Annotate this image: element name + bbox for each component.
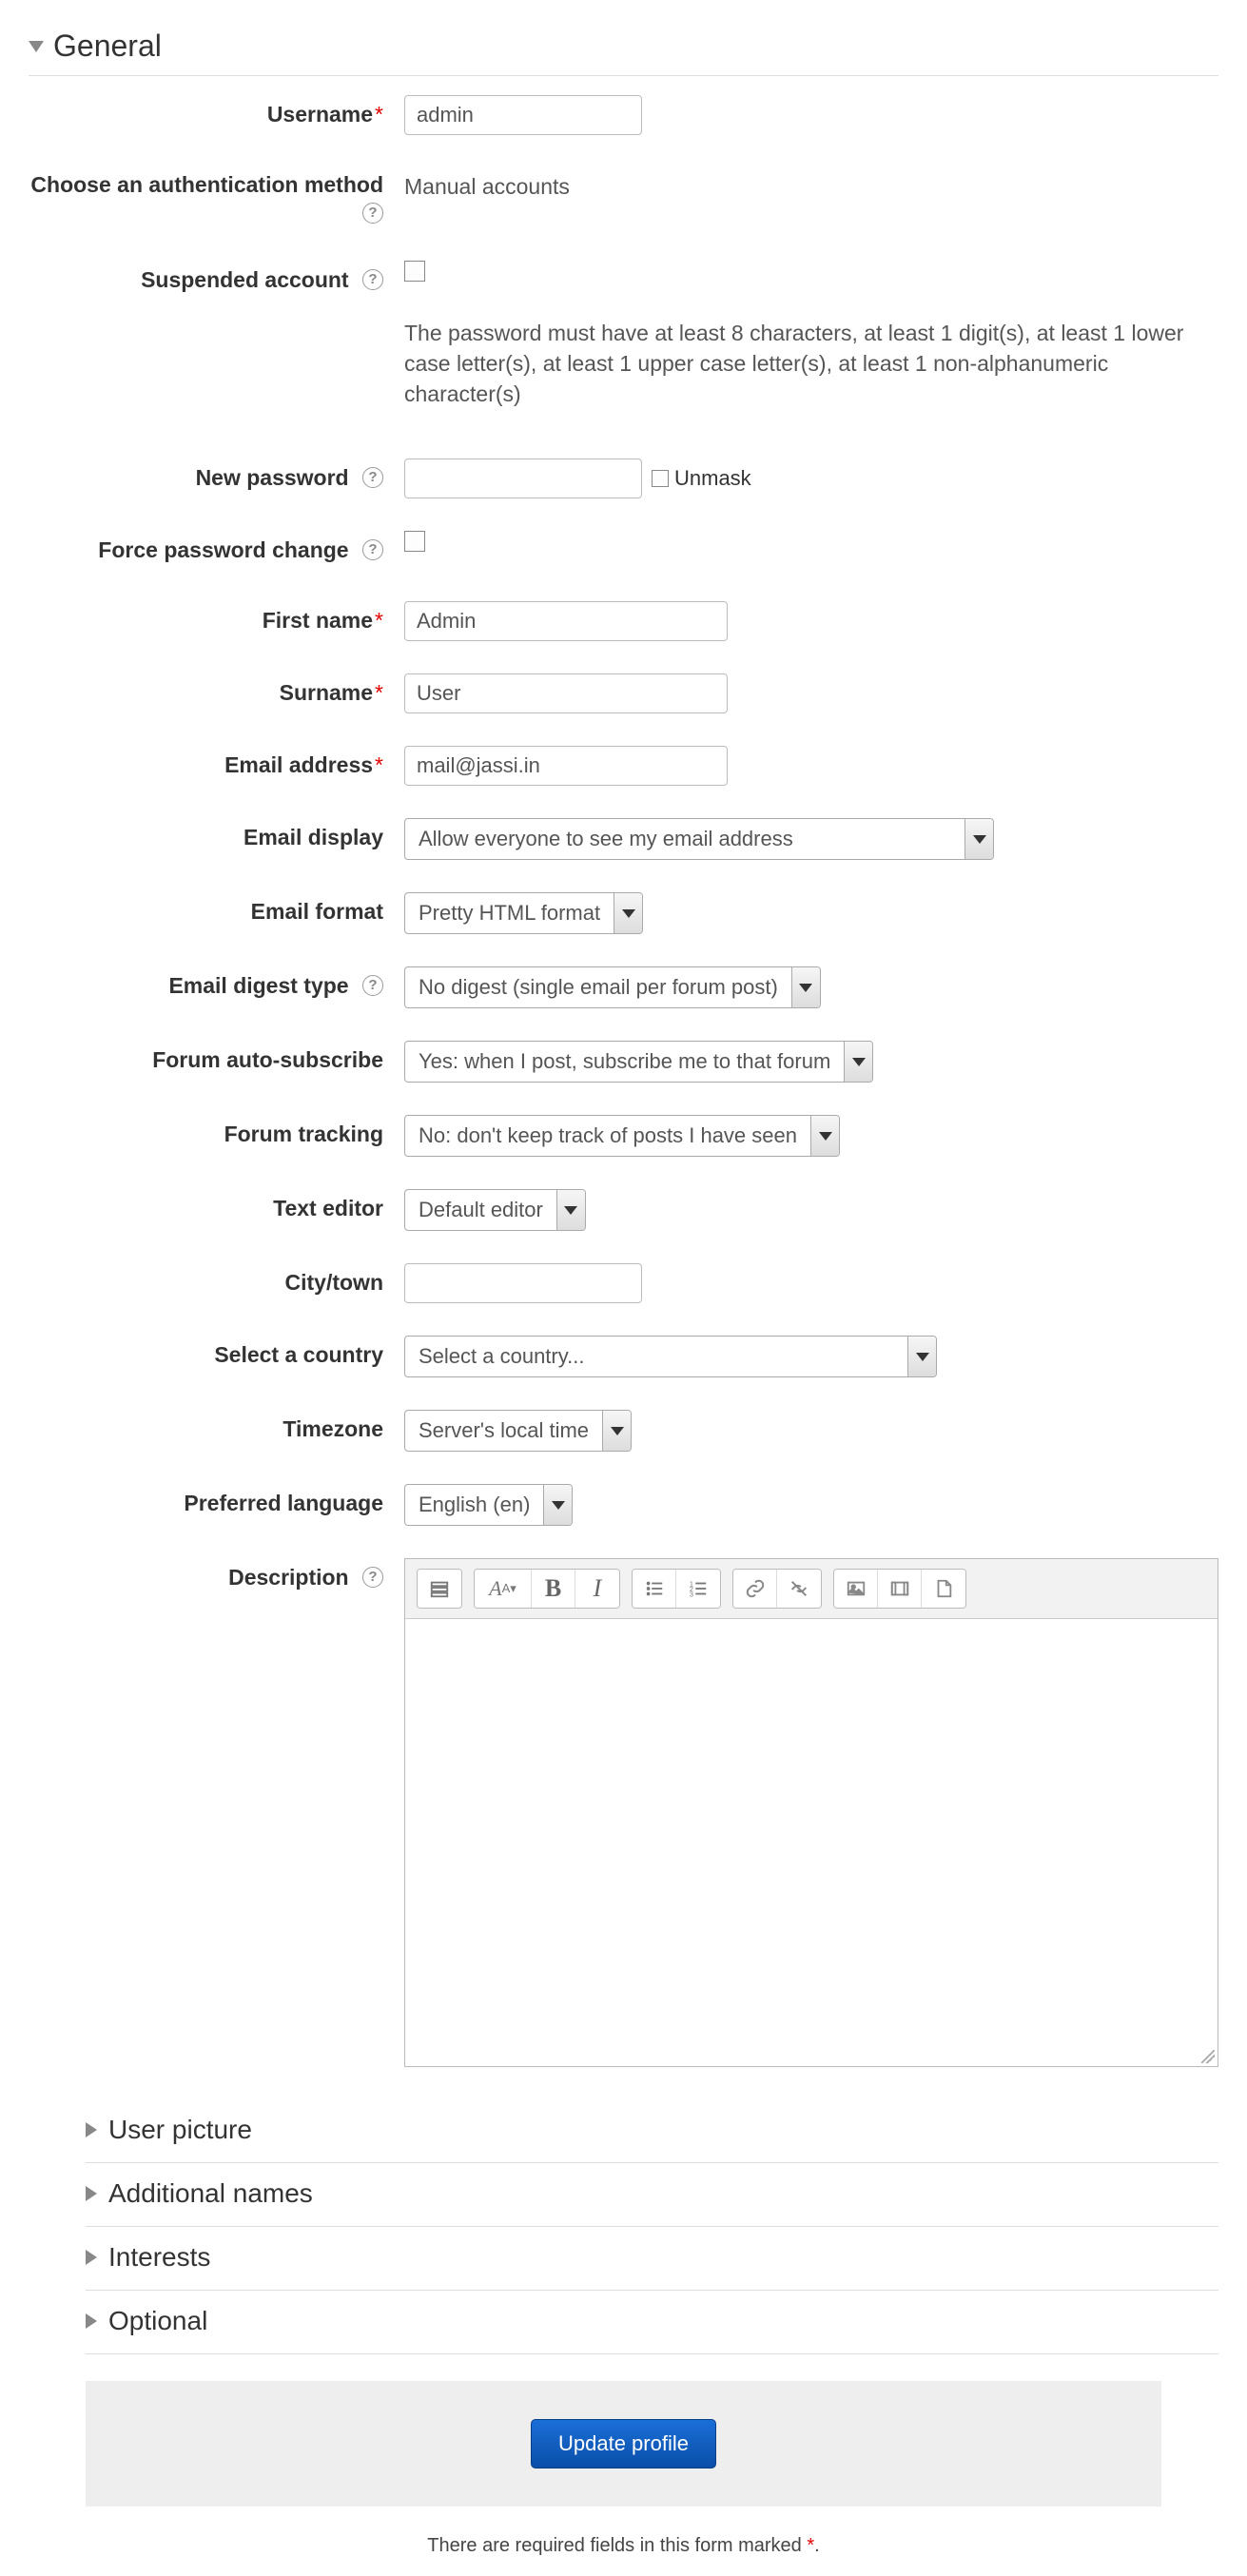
help-icon[interactable]: ? xyxy=(362,269,383,290)
city-input[interactable] xyxy=(404,1263,642,1303)
label-email-format: Email format xyxy=(29,892,404,930)
email-digest-value: No digest (single email per forum post) xyxy=(419,968,778,1006)
email-format-value: Pretty HTML format xyxy=(419,894,600,932)
label-email-digest: Email digest type ? xyxy=(29,966,404,1005)
forum-tracking-select[interactable]: No: don't keep track of posts I have see… xyxy=(404,1115,840,1157)
language-select[interactable]: English (en) xyxy=(404,1484,573,1526)
label-username: Username* xyxy=(29,95,404,133)
section-optional-title: Optional xyxy=(108,2306,207,2336)
update-profile-button[interactable]: Update profile xyxy=(531,2419,716,2469)
link-icon[interactable] xyxy=(733,1570,777,1608)
help-icon[interactable]: ? xyxy=(362,1567,383,1588)
label-force-pw: Force password change ? xyxy=(29,531,404,569)
email-digest-select[interactable]: No digest (single email per forum post) xyxy=(404,966,821,1008)
label-surname: Surname* xyxy=(29,673,404,712)
timezone-value: Server's local time xyxy=(419,1412,589,1450)
image-icon[interactable] xyxy=(834,1570,878,1608)
section-user-picture-title: User picture xyxy=(108,2115,252,2145)
label-email: Email address* xyxy=(29,746,404,784)
italic-icon[interactable]: I xyxy=(575,1570,619,1608)
font-style-icon[interactable]: AА▾ xyxy=(475,1570,532,1608)
text-editor-select[interactable]: Default editor xyxy=(404,1189,586,1231)
label-description: Description ? xyxy=(29,1558,404,1596)
help-icon[interactable]: ? xyxy=(362,467,383,488)
section-optional[interactable]: Optional xyxy=(86,2291,1218,2354)
username-input[interactable] xyxy=(404,95,642,135)
chevron-down-icon xyxy=(556,1190,585,1230)
unmask-checkbox[interactable] xyxy=(652,470,669,487)
bullet-list-icon[interactable] xyxy=(633,1570,676,1608)
suspended-checkbox[interactable] xyxy=(404,261,425,282)
section-additional-names-title: Additional names xyxy=(108,2178,313,2209)
media-icon[interactable] xyxy=(878,1570,922,1608)
email-format-select[interactable]: Pretty HTML format xyxy=(404,892,643,934)
language-value: English (en) xyxy=(419,1486,530,1524)
chevron-down-icon xyxy=(543,1485,572,1525)
label-new-password: New password ? xyxy=(29,459,404,497)
label-firstname: First name* xyxy=(29,601,404,639)
email-input[interactable] xyxy=(404,746,728,786)
text-editor-value: Default editor xyxy=(419,1191,543,1229)
password-hint: The password must have at least 8 charac… xyxy=(404,318,1218,410)
description-editor[interactable]: AА▾ B I 123 xyxy=(404,1558,1218,2067)
section-general[interactable]: General xyxy=(29,19,1218,76)
timezone-select[interactable]: Server's local time xyxy=(404,1410,632,1452)
force-pw-checkbox[interactable] xyxy=(404,531,425,552)
label-country: Select a country xyxy=(29,1336,404,1374)
chevron-down-icon xyxy=(907,1337,936,1376)
section-general-title: General xyxy=(53,29,162,64)
bold-icon[interactable]: B xyxy=(532,1570,575,1608)
section-interests[interactable]: Interests xyxy=(86,2227,1218,2291)
email-display-select[interactable]: Allow everyone to see my email address xyxy=(404,818,994,860)
caret-right-icon xyxy=(86,2313,97,2329)
chevron-down-icon xyxy=(964,819,993,859)
editor-body[interactable] xyxy=(405,1619,1218,2066)
firstname-input[interactable] xyxy=(404,601,728,641)
section-interests-title: Interests xyxy=(108,2242,210,2273)
forum-autosub-select[interactable]: Yes: when I post, subscribe me to that f… xyxy=(404,1041,873,1083)
label-text-editor: Text editor xyxy=(29,1189,404,1227)
required-fields-note: There are required fields in this form m… xyxy=(29,2535,1218,2557)
label-timezone: Timezone xyxy=(29,1410,404,1448)
svg-text:3: 3 xyxy=(690,1590,693,1599)
label-city: City/town xyxy=(29,1263,404,1301)
help-icon[interactable]: ? xyxy=(362,975,383,996)
label-suspended: Suspended account ? xyxy=(29,261,404,299)
chevron-down-icon xyxy=(791,967,820,1007)
forum-autosub-value: Yes: when I post, subscribe me to that f… xyxy=(419,1043,830,1081)
chevron-down-icon xyxy=(602,1411,631,1451)
numbered-list-icon[interactable]: 123 xyxy=(676,1570,720,1608)
label-email-display: Email display xyxy=(29,818,404,856)
caret-right-icon xyxy=(86,2186,97,2201)
country-select[interactable]: Select a country... xyxy=(404,1336,937,1377)
editor-toolbar: AА▾ B I 123 xyxy=(405,1559,1218,1619)
caret-right-icon xyxy=(86,2250,97,2265)
chevron-down-icon xyxy=(810,1116,839,1156)
surname-input[interactable] xyxy=(404,673,728,713)
email-display-value: Allow everyone to see my email address xyxy=(419,820,951,858)
label-language: Preferred language xyxy=(29,1484,404,1522)
unlink-icon[interactable] xyxy=(777,1570,821,1608)
section-user-picture[interactable]: User picture xyxy=(86,2099,1218,2163)
file-icon[interactable] xyxy=(922,1570,965,1608)
country-value: Select a country... xyxy=(419,1337,894,1376)
caret-down-icon xyxy=(29,41,44,52)
toolbar-expand-icon[interactable] xyxy=(418,1570,461,1608)
label-forum-tracking: Forum tracking xyxy=(29,1115,404,1153)
new-password-input[interactable] xyxy=(404,459,642,498)
help-icon[interactable]: ? xyxy=(362,539,383,560)
submit-bar: Update profile xyxy=(86,2381,1161,2507)
unmask-label: Unmask xyxy=(674,459,751,498)
chevron-down-icon xyxy=(844,1042,872,1082)
auth-method-value: Manual accounts xyxy=(404,167,570,205)
forum-tracking-value: No: don't keep track of posts I have see… xyxy=(419,1117,797,1155)
help-icon[interactable]: ? xyxy=(362,203,383,224)
chevron-down-icon xyxy=(614,893,642,933)
label-forum-autosub: Forum auto-subscribe xyxy=(29,1041,404,1079)
caret-right-icon xyxy=(86,2122,97,2137)
section-additional-names[interactable]: Additional names xyxy=(86,2163,1218,2227)
label-auth-method: Choose an authentication method ? xyxy=(29,167,404,228)
